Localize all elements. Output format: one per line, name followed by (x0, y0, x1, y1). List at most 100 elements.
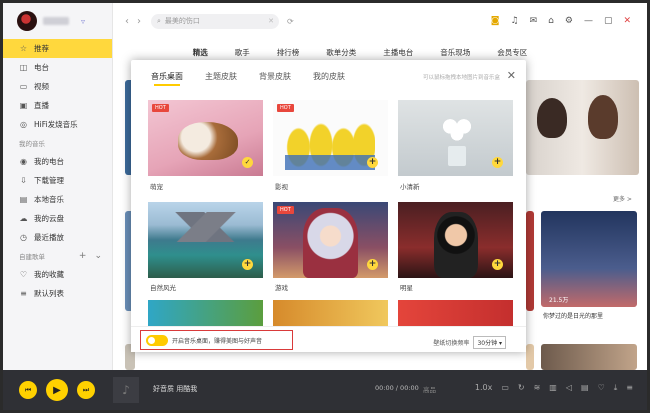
thumb-row3-1[interactable] (148, 300, 263, 326)
modal-tab[interactable]: 主题皮肤 (205, 71, 237, 86)
minimize-icon[interactable]: — (584, 16, 593, 26)
quality-label[interactable]: 高品 (423, 384, 436, 394)
bg-card-bottom-3[interactable] (541, 344, 637, 370)
shirt-icon[interactable]: ⌂ (548, 16, 554, 26)
skin-modal: 音乐桌面 主题皮肤 背景皮肤 我的皮肤 可以鼠标拖拽本地图片到音乐盒 ✕ 萌宠 影视 … (131, 60, 526, 352)
mail-icon[interactable]: ✉ (530, 16, 538, 26)
more-link[interactable]: 更多 > (613, 194, 632, 203)
mountain-image (148, 212, 263, 242)
download-icon: ⇩ (20, 176, 27, 185)
add-playlist-icon[interactable]: + (79, 251, 87, 261)
sidebar-item-label: 下载管理 (34, 176, 64, 185)
my-music-section-title: 我的音乐 (19, 140, 45, 148)
modal-tab[interactable]: 音乐桌面 (151, 71, 183, 86)
sidebar-item[interactable]: ◉ 我的电台 (3, 152, 112, 171)
sidebar-item[interactable]: ◫ 电台 (3, 58, 112, 77)
thumb-row3-2[interactable] (273, 300, 388, 326)
forward-icon[interactable]: › (137, 16, 141, 27)
sidebar-item-label: 最近播放 (34, 233, 64, 242)
add-icon[interactable]: + (367, 259, 378, 270)
sidebar-item[interactable]: ▣ 直播 (3, 96, 112, 115)
gear-icon[interactable]: ⚙ (565, 16, 573, 26)
bg-portrait-2 (588, 95, 618, 139)
username-blurred (43, 17, 69, 25)
my-radio-icon: ◉ (20, 157, 27, 166)
cloud-icon: ☁ (19, 214, 28, 223)
add-icon[interactable]: + (492, 259, 503, 270)
desktop-toggle[interactable] (146, 334, 168, 346)
close-icon[interactable]: ✕ (623, 16, 631, 26)
freq-select[interactable]: 30分钟 ▾ (473, 336, 506, 349)
sidebar-item-label: 我的云盘 (34, 214, 64, 223)
bg-caption-3: 你梦过的是日光的那里 (543, 313, 604, 320)
album-art-placeholder[interactable]: ♪ (113, 377, 139, 403)
flower-image (440, 116, 474, 142)
sidebar-item[interactable]: ☁ 我的云盘 (3, 209, 112, 228)
thumb-row3-3[interactable] (398, 300, 513, 326)
modal-footer: 开启音乐桌面，赚得美图与好声音 壁纸切换频率 30分钟 ▾ (131, 326, 526, 352)
headphone-icon[interactable]: ♫ (511, 16, 519, 26)
bg-duration: 21.5万 (549, 297, 569, 304)
search-placeholder: 最美的伤口 (164, 17, 200, 25)
frequency-control: 壁纸切换频率 30分钟 ▾ (433, 336, 506, 349)
prev-button[interactable]: ⏮ (19, 381, 37, 399)
bg-card-city[interactable] (541, 211, 637, 307)
speed-label[interactable]: 1.0x (475, 383, 492, 393)
back-icon[interactable]: ‹ (125, 16, 129, 27)
sidebar-item-label: 我的收藏 (34, 270, 64, 279)
search-input[interactable]: ⌕ 最美的伤口 ✕ (151, 13, 279, 29)
toggle-label: 开启音乐桌面，赚得美图与好声音 (172, 337, 263, 345)
sidebar-item[interactable]: ▤ 本地音乐 (3, 190, 112, 209)
add-icon[interactable]: + (492, 157, 503, 168)
add-icon[interactable]: + (242, 259, 253, 270)
download-icon[interactable]: ⤓ (614, 383, 618, 393)
sidebar-item[interactable]: ♡ 我的收藏 (3, 265, 112, 284)
sidebar-item[interactable]: ☆ 推荐 (3, 39, 112, 58)
thumb-label: 游戏 (275, 284, 288, 292)
sidebar-item[interactable]: ▭ 视频 (3, 77, 112, 96)
modal-close-icon[interactable]: ✕ (507, 69, 516, 82)
sidebar-item[interactable]: ≡ 默认列表 (3, 284, 112, 303)
applied-check-icon[interactable]: ✓ (242, 157, 253, 168)
thumb-label: 自然风光 (150, 284, 176, 292)
favorite-icon[interactable]: ♡ (598, 383, 605, 393)
play-button[interactable]: ▶ (46, 379, 68, 401)
bg-card-bottom-2[interactable] (526, 344, 534, 370)
loop-icon[interactable]: ↻ (518, 383, 525, 393)
modal-tab[interactable]: 我的皮肤 (313, 71, 345, 86)
refresh-icon[interactable]: ⟳ (287, 17, 294, 26)
playlist-icon[interactable]: ≡ (626, 383, 633, 393)
volume-icon[interactable]: ◁ (566, 383, 572, 393)
sidebar: ▿ ☆ 推荐 ◫ 电台 ▭ 视频 ▣ 直播 ◎ HiFi发烧音乐 我的音乐 ◉ 我的电台 ⇩ 下载管理 ▤… (3, 3, 113, 370)
soundeffect-icon[interactable]: ▥ (549, 383, 557, 393)
local-music-icon: ▤ (19, 195, 28, 204)
sidebar-item-label: 推荐 (34, 44, 49, 53)
avatar[interactable] (17, 11, 37, 31)
collapse-icon[interactable]: ⌄ (94, 251, 102, 261)
maximize-icon[interactable]: ▢ (604, 16, 613, 26)
sidebar-item[interactable]: ⇩ 下载管理 (3, 171, 112, 190)
sidebar-item-label: 视频 (34, 82, 49, 91)
guinea-pig-image (178, 122, 238, 160)
play-time: 00:00 / 00:00 (375, 384, 419, 392)
add-icon[interactable]: + (367, 157, 378, 168)
eq-icon[interactable]: ≋ (534, 383, 541, 393)
skin-icon[interactable]: ◙ (491, 16, 500, 26)
clear-icon[interactable]: ✕ (268, 17, 274, 25)
playlist-section-title: 自建歌单 + ⌄ (19, 251, 102, 261)
sidebar-item[interactable]: ◎ HiFi发烧音乐 (3, 115, 112, 134)
vip-icon[interactable]: ▿ (81, 17, 85, 26)
anime-character-image (303, 208, 358, 278)
list-icon: ≡ (20, 289, 27, 298)
bg-card-mid[interactable] (526, 211, 534, 311)
profile[interactable]: ▿ (3, 3, 112, 39)
next-button[interactable]: ⏭ (77, 381, 95, 399)
screen-icon[interactable]: ▭ (501, 383, 509, 393)
sidebar-item[interactable]: ◷ 最近播放 (3, 228, 112, 247)
sidebar-item-label: 直播 (34, 101, 49, 110)
freq-label: 壁纸切换频率 (433, 340, 470, 347)
sidebar-item-label: 本地音乐 (34, 195, 64, 204)
modal-tab[interactable]: 背景皮肤 (259, 71, 291, 86)
sidebar-item-label: 默认列表 (34, 289, 64, 298)
lyrics-icon[interactable]: ▤ (581, 383, 589, 393)
